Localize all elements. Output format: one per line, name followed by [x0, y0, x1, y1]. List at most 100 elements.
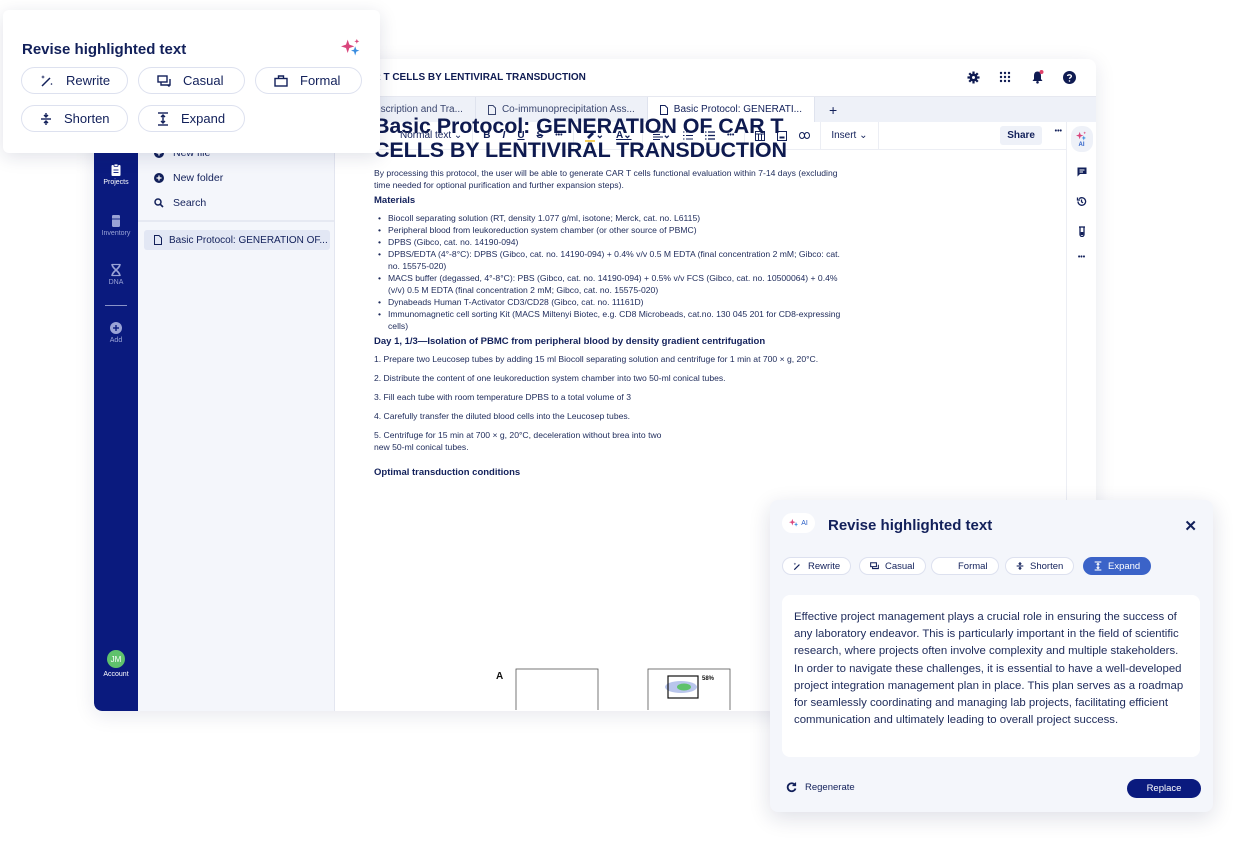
plot-frame-left	[515, 668, 599, 711]
close-icon[interactable]: ✕	[1184, 517, 1197, 535]
rail-label: Account	[103, 671, 129, 678]
bell-icon[interactable]	[1030, 70, 1044, 84]
rail-divider	[105, 305, 127, 306]
shorten-icon	[1016, 562, 1024, 570]
document-title: CAR T CELLS BY LENTIVIRAL TRANSDUCTION	[359, 72, 586, 83]
document-icon	[487, 104, 496, 115]
formal-label: Formal	[300, 73, 341, 88]
new-folder-label: New folder	[173, 172, 224, 184]
document-icon	[659, 104, 668, 115]
list-item: Biocoll separating solution (RT, density…	[374, 212, 844, 224]
rewrite-label: Rewrite	[66, 73, 111, 88]
test-tube-icon[interactable]	[1078, 224, 1086, 242]
sparkle-icon	[1076, 130, 1087, 141]
ai-label: AI	[1078, 141, 1085, 148]
list-item: DPBS/EDTA (4°-8°C): DPBS (Gibco, cat. no…	[374, 248, 844, 272]
help-icon[interactable]	[1062, 70, 1076, 84]
rewrite-button[interactable]: Rewrite	[21, 67, 128, 94]
materials-heading: Materials	[374, 195, 416, 206]
step-item: 5. Centrifuge for 15 min at 700 × g, 20°…	[374, 430, 662, 452]
expand-label: Expand	[181, 111, 226, 126]
new-folder-button[interactable]: New folder	[154, 172, 223, 184]
gate-percent: 58%	[702, 676, 715, 682]
fridge-icon	[112, 215, 120, 227]
history-icon[interactable]	[1076, 194, 1087, 212]
chat-icon	[870, 562, 879, 570]
shorten-chip[interactable]: Shorten	[1005, 557, 1075, 575]
apps-grid-icon[interactable]	[998, 70, 1012, 84]
figure-panel-label: A	[496, 671, 503, 682]
chip-label: Casual	[885, 560, 915, 572]
list-item: DPBS (Gibco, cat. no. 14190-094)	[374, 236, 844, 248]
search-button[interactable]: Search	[154, 197, 206, 209]
ai-badge: AI	[782, 513, 815, 533]
more-tools-button[interactable]: •••	[1078, 254, 1085, 261]
step-item: 4. Carefully transfer the diluted blood …	[374, 411, 631, 421]
file-panel-divider	[138, 220, 334, 222]
ai-result-text[interactable]: Effective project management plays a cru…	[782, 595, 1200, 757]
revise-card-title: Revise highlighted text	[22, 41, 187, 58]
plus-circle-icon	[154, 173, 164, 183]
rail-item-projects[interactable]: Projects	[94, 163, 138, 186]
file-label: Basic Protocol: GENERATION OF...	[169, 234, 328, 246]
materials-list: Biocoll separating solution (RT, density…	[374, 212, 844, 332]
chip-label: Expand	[1108, 560, 1141, 572]
document-body[interactable]: Basic Protocol: GENERATION OF CAR T CELL…	[374, 114, 844, 484]
optimal-heading: Optimal transduction conditions	[374, 467, 521, 478]
share-button[interactable]: Share	[1000, 126, 1042, 145]
briefcase-icon	[274, 74, 288, 87]
gear-icon[interactable]	[966, 70, 980, 84]
list-item: Peripheral blood from leukoreduction sys…	[374, 224, 844, 236]
list-item: Dynabeads Human T-Activator CD3/CD28 (Gi…	[374, 296, 844, 308]
list-item: MACS buffer (degassed, 4°-8°C): PBS (Gib…	[374, 272, 844, 296]
ai-assistant-button[interactable]: AI	[1070, 126, 1093, 152]
rail-label: DNA	[108, 279, 124, 286]
file-item-basic-protocol[interactable]: Basic Protocol: GENERATION OF...	[144, 230, 330, 250]
step-item: 1. Prepare two Leucosep tubes by adding …	[374, 354, 819, 364]
chip-label: Formal	[958, 560, 988, 572]
day-heading: Day 1, 1/3—Isolation of PBMC from periph…	[374, 336, 766, 347]
rail-item-dna[interactable]: DNA	[94, 263, 138, 286]
expand-chip[interactable]: Expand	[1083, 557, 1152, 575]
file-panel: New file New folder Search Basic Protoco…	[138, 59, 335, 711]
regenerate-button[interactable]: Regenerate	[786, 782, 855, 793]
regenerate-label: Regenerate	[805, 782, 855, 793]
step-item: 3. Fill each tube with room temperature …	[374, 392, 631, 402]
rail-item-inventory[interactable]: Inventory	[94, 214, 138, 237]
casual-button[interactable]: Casual	[138, 67, 245, 94]
comment-icon[interactable]	[1077, 164, 1087, 182]
clipboard-icon	[111, 163, 121, 176]
plus-circle-icon	[110, 322, 122, 334]
dna-icon	[111, 263, 121, 277]
list-item: Immunomagnetic cell sorting Kit (MACS Mi…	[374, 308, 844, 332]
avatar: JM	[107, 650, 125, 668]
search-label: Search	[173, 197, 207, 209]
chat-icon	[157, 74, 171, 87]
sparkle-icon	[789, 518, 799, 527]
shorten-button[interactable]: Shorten	[21, 105, 128, 132]
replace-button[interactable]: Replace	[1127, 779, 1201, 798]
expand-button[interactable]: Expand	[138, 105, 245, 132]
refresh-icon	[786, 782, 797, 793]
document-icon	[154, 235, 162, 245]
ai-panel-title: Revise highlighted text	[828, 517, 993, 534]
magic-wand-icon	[793, 562, 800, 570]
ai-badge-label: AI	[801, 519, 808, 527]
nav-rail: Projects Inventory DNA Add JM Account	[94, 59, 138, 711]
search-icon	[154, 198, 164, 208]
casual-chip[interactable]: Casual	[859, 557, 926, 575]
formal-chip[interactable]: Formal	[931, 557, 999, 575]
rail-item-add[interactable]: Add	[94, 321, 138, 344]
magic-wand-icon	[41, 74, 53, 87]
top-icons	[966, 70, 1076, 84]
rail-label: Inventory	[101, 230, 131, 237]
revise-options-card: Revise highlighted text Rewrite Casual F…	[3, 10, 380, 153]
step-item: 2. Distribute the content of one leukore…	[374, 373, 726, 383]
rewrite-chip[interactable]: Rewrite	[782, 557, 852, 575]
rail-item-account[interactable]: JM Account	[94, 650, 138, 678]
document-heading: Basic Protocol: GENERATION OF CAR T CELL…	[374, 114, 787, 162]
formal-button[interactable]: Formal	[255, 67, 362, 94]
rail-label: Projects	[103, 179, 129, 186]
expand-icon	[1094, 561, 1102, 571]
more-options-button[interactable]: •••	[1055, 128, 1062, 135]
